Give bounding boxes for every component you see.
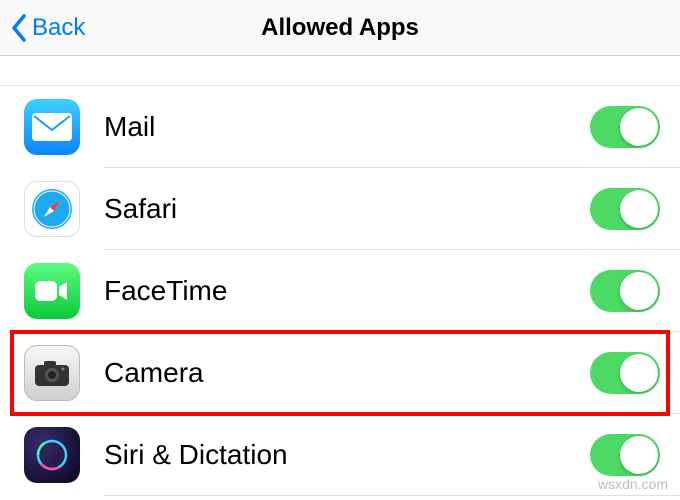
chevron-left-icon xyxy=(10,13,28,43)
back-label: Back xyxy=(32,14,85,42)
toggle-safari[interactable] xyxy=(590,188,660,230)
app-label: Camera xyxy=(104,357,590,389)
toggle-facetime[interactable] xyxy=(590,270,660,312)
navigation-bar: Back Allowed Apps xyxy=(0,0,680,56)
app-label: Safari xyxy=(104,193,590,225)
section-spacer xyxy=(0,56,680,86)
toggle-siri[interactable] xyxy=(590,434,660,476)
list-item-safari: Safari xyxy=(0,168,680,250)
list-item-siri: Siri & Dictation xyxy=(0,414,680,496)
siri-icon xyxy=(24,427,80,483)
safari-icon xyxy=(24,181,80,237)
camera-icon xyxy=(24,345,80,401)
list-item-camera: Camera xyxy=(0,332,680,414)
app-label: Siri & Dictation xyxy=(104,439,590,471)
list-item-mail: Mail xyxy=(0,86,680,168)
back-button[interactable]: Back xyxy=(0,13,85,43)
allowed-apps-list: Mail Safari FaceTime xyxy=(0,86,680,496)
facetime-icon xyxy=(24,263,80,319)
page-title: Allowed Apps xyxy=(0,14,680,42)
watermark: wsxdn.com xyxy=(598,476,668,492)
mail-icon xyxy=(24,99,80,155)
list-item-facetime: FaceTime xyxy=(0,250,680,332)
toggle-camera[interactable] xyxy=(590,352,660,394)
toggle-mail[interactable] xyxy=(590,106,660,148)
app-label: Mail xyxy=(104,111,590,143)
app-label: FaceTime xyxy=(104,275,590,307)
